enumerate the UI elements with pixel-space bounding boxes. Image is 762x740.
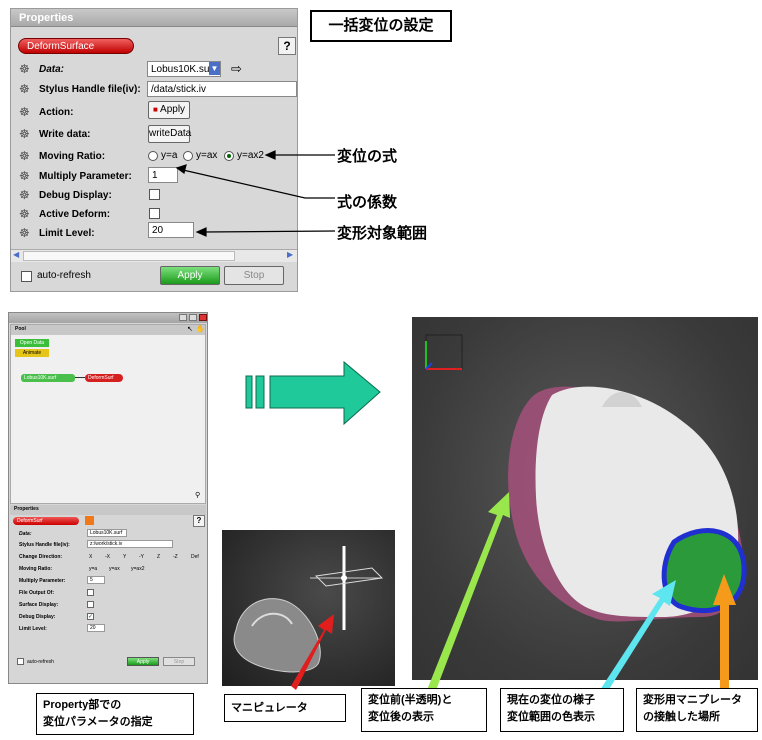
caption-property: Property部での 変位パラメータの指定 [36, 693, 194, 735]
caption-contact-line2: の接触した場所 [643, 711, 720, 723]
arrow-green [425, 492, 510, 698]
arrow-orange [713, 574, 736, 695]
caption-property-line1: Property部での [43, 699, 122, 711]
arrow-red [291, 614, 334, 690]
caption-before-after: 変位前(半透明)と 変位後の表示 [361, 688, 487, 732]
caption-contact: 変形用マニプレータ の接触した場所 [636, 688, 758, 732]
arrow-cyan [600, 580, 676, 694]
annotation-arrows [291, 492, 736, 698]
caption-before-after-line2: 変位後の表示 [368, 711, 434, 723]
caption-manipulator: マニピュレータ [224, 694, 346, 722]
caption-current: 現在の変位の様子 変位範囲の色表示 [500, 688, 624, 732]
caption-current-line2: 変位範囲の色表示 [507, 711, 595, 723]
caption-before-after-line1: 変位前(半透明)と [368, 694, 453, 706]
caption-contact-line1: 変形用マニプレータ [643, 694, 742, 706]
caption-current-line1: 現在の変位の様子 [507, 694, 595, 706]
caption-property-line2: 変位パラメータの指定 [43, 716, 153, 728]
